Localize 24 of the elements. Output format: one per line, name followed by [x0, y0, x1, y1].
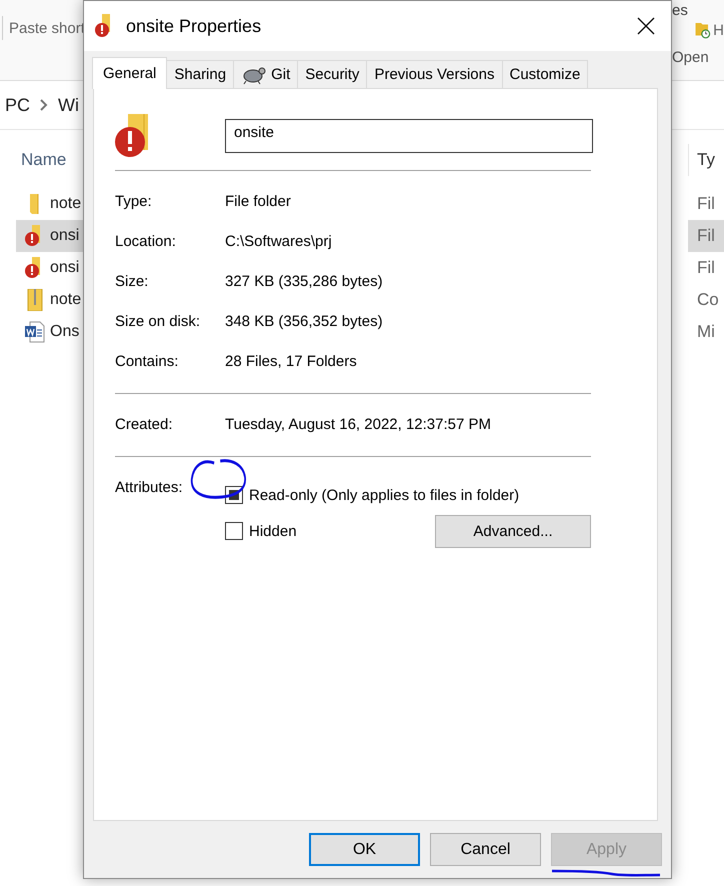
window-title: onsite Properties [126, 16, 262, 36]
property-value: 28 Files, 17 Folders [225, 352, 357, 370]
file-type-cell: Fil [688, 220, 724, 252]
file-name: onsi [50, 259, 80, 277]
file-type-cell-text: Fil [696, 193, 716, 215]
property-value: Tuesday, August 16, 2022, 12:37:57 PM [225, 416, 492, 432]
property-label: Type: [115, 192, 153, 210]
property-label: Location: [115, 232, 177, 250]
file-name: Ons [50, 323, 80, 341]
property-value: 327 KB (335,286 bytes) [225, 272, 383, 290]
property-label: Created: [115, 416, 174, 432]
property-label: Attributes: [115, 478, 184, 498]
property-label: Size on disk: [115, 312, 202, 330]
file-name: onsi [50, 227, 80, 245]
file-type-cell-text: Co [696, 289, 720, 311]
file-type-cell-text: Fil [696, 257, 716, 279]
property-label: Contains: [115, 352, 180, 370]
file-name: note [50, 291, 82, 309]
property-label: Size: [115, 272, 150, 290]
file-name: note [50, 195, 82, 213]
property-value: File folder [225, 192, 291, 210]
property-value: 348 KB (356,352 bytes) [225, 312, 383, 330]
file-type-cell-text: Mi [696, 321, 716, 343]
property-value: C:\Softwares\prj [225, 232, 332, 250]
